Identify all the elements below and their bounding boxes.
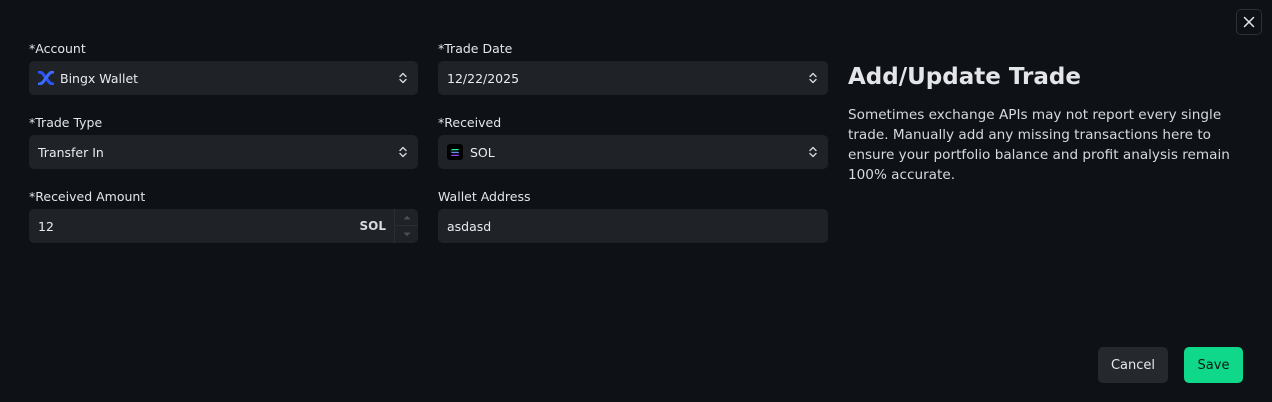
- amount-stepper: [394, 209, 418, 243]
- received-amount-value: 12: [38, 218, 54, 234]
- trade-date-select[interactable]: 12/22/2025: [438, 61, 828, 95]
- chevron-updown-icon: [399, 146, 407, 158]
- trade-date-value: 12/22/2025: [447, 70, 520, 86]
- received-value: SOL: [470, 144, 495, 160]
- received-label: *Received: [438, 115, 502, 130]
- wallet-address-input[interactable]: asdasd: [438, 209, 828, 243]
- wallet-address-label: Wallet Address: [438, 189, 531, 204]
- chevron-updown-icon: [809, 146, 817, 158]
- modal-description: Sometimes exchange APIs may not report e…: [848, 107, 1230, 183]
- caret-up-icon: [403, 215, 410, 219]
- trade-type-select[interactable]: Transfer In: [29, 135, 418, 169]
- trade-type-value: Transfer In: [38, 144, 104, 160]
- modal-title: Add/Update Trade: [848, 64, 1081, 90]
- cancel-button[interactable]: Cancel: [1098, 347, 1168, 383]
- received-amount-label: *Received Amount: [29, 189, 146, 204]
- close-icon: [1243, 16, 1255, 28]
- account-select[interactable]: Bingx Wallet: [29, 61, 418, 95]
- caret-down-icon: [403, 232, 410, 236]
- account-value: Bingx Wallet: [60, 70, 139, 86]
- save-button[interactable]: Save: [1184, 347, 1243, 383]
- solana-icon: [447, 144, 463, 160]
- account-label: *Account: [29, 41, 86, 56]
- close-button[interactable]: [1236, 9, 1262, 35]
- decrement-button[interactable]: [395, 226, 418, 242]
- add-update-trade-modal: *Account Bingx Wallet *Trade Date 12/22/…: [0, 0, 1272, 402]
- received-select[interactable]: SOL: [438, 135, 828, 169]
- trade-type-label: *Trade Type: [29, 115, 103, 130]
- chevron-updown-icon: [809, 72, 817, 84]
- received-amount-input[interactable]: 12 SOL: [29, 209, 418, 243]
- wallet-address-value: asdasd: [447, 218, 492, 234]
- amount-unit-label: SOL: [359, 219, 387, 233]
- increment-button[interactable]: [395, 209, 418, 226]
- bingx-logo-icon: [38, 70, 54, 86]
- chevron-updown-icon: [399, 72, 407, 84]
- trade-date-label: *Trade Date: [438, 41, 513, 56]
